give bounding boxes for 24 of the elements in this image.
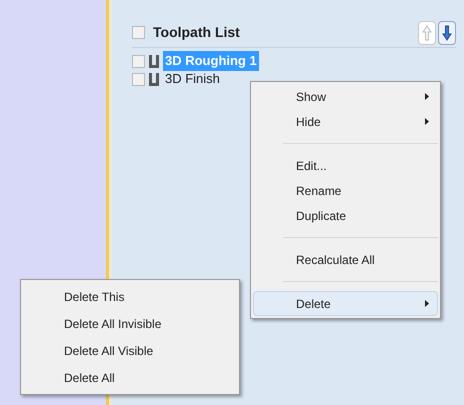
menu-item[interactable]: Delete All (23, 364, 237, 391)
down-arrow-icon (442, 24, 452, 40)
menu-item[interactable]: Duplicate (253, 203, 438, 228)
move-down-button[interactable] (438, 20, 456, 44)
panel-title: Toolpath List (153, 23, 240, 42)
checkbox[interactable] (132, 26, 145, 39)
menu-item[interactable]: Edit... (253, 153, 438, 178)
menu-item[interactable]: Delete All Visible (23, 337, 237, 364)
submenu-arrow-icon (425, 300, 429, 307)
submenu-arrow-icon (425, 118, 429, 125)
checkbox[interactable] (132, 72, 145, 86)
tool-icon (148, 54, 160, 68)
menu-item[interactable]: Delete All Invisible (23, 310, 237, 337)
menu-item[interactable]: Recalculate All (253, 247, 438, 272)
menu-item[interactable]: Rename (253, 178, 438, 203)
submenu-arrow-icon (425, 93, 429, 100)
up-arrow-icon (422, 24, 432, 40)
menu-item[interactable]: Delete (253, 291, 438, 316)
checkbox[interactable] (132, 54, 145, 68)
menu-item[interactable]: Hide (253, 109, 438, 134)
menu-item[interactable]: Show (253, 84, 438, 109)
tool-icon (148, 72, 160, 86)
toolpath-name[interactable]: 3D Finish (163, 69, 222, 89)
menu-item[interactable]: Delete This (23, 283, 237, 310)
